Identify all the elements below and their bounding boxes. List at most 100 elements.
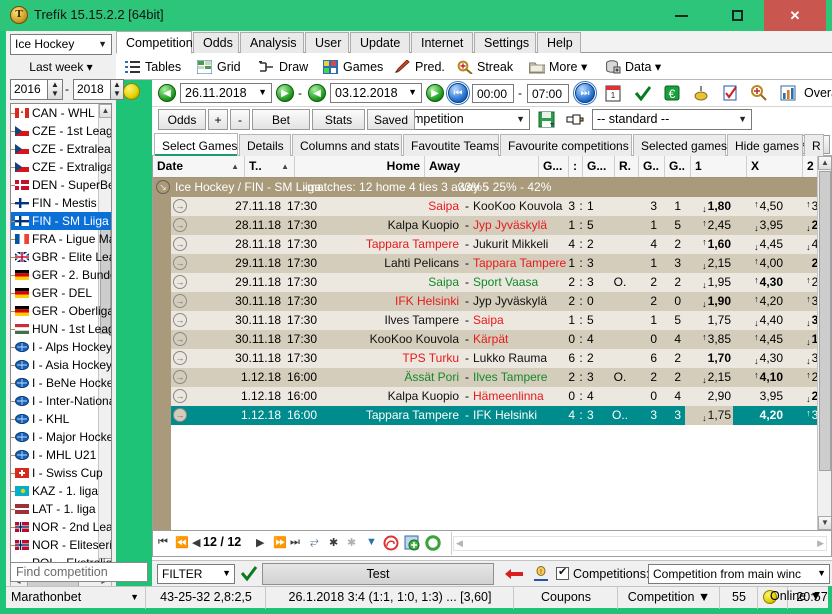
grid-column-header[interactable]: G..: [665, 156, 691, 177]
competition-item[interactable]: GER - 2. Bundesli: [11, 266, 111, 284]
edit-icon[interactable]: ⥂: [310, 536, 319, 549]
sub-tab-select-games[interactable]: Select Games: [154, 133, 238, 156]
bookmaker-select[interactable]: Marathonbet ▼: [6, 587, 146, 609]
left-arrow-icon[interactable]: [504, 567, 524, 581]
table-row[interactable]: → 30.11.18 17:30 TPS Turku - Lukko Rauma 6:2 6 2…: [171, 349, 831, 368]
sub-tab-favoutite-teams[interactable]: Favoutite Teams: [403, 134, 499, 156]
save-green-icon[interactable]: [404, 535, 420, 551]
table-row[interactable]: → 28.11.18 17:30 Tappara Tampere - Jukurit Mi…: [171, 235, 831, 254]
online-dropdown[interactable]: Online ▼: [766, 586, 826, 608]
competition-item[interactable]: LAT - 1. liga: [11, 500, 111, 518]
asterisk-dim-icon[interactable]: ✱: [347, 536, 356, 549]
ribbon-button-pred[interactable]: Pred.: [390, 55, 452, 78]
time-from-button[interactable]: ⏮: [446, 81, 470, 105]
menu-tab-settings[interactable]: Settings: [474, 32, 536, 53]
ribbon-button-more[interactable]: More ▾: [524, 55, 600, 78]
grid-scroll-up[interactable]: ▲: [818, 156, 831, 170]
table-row[interactable]: → 28.11.18 17:30 Kalpa Kuopio - Jyp Jyväskylä…: [171, 216, 831, 235]
competition-item[interactable]: FRA - Ligue Magn: [11, 230, 111, 248]
grid-column-header[interactable]: :: [569, 156, 583, 177]
ribbon-button-tables[interactable]: Tables: [120, 55, 192, 78]
sub-tab-selected-games[interactable]: Selected games: [633, 134, 727, 156]
competition-dropdown[interactable]: Competition ▼: [618, 587, 720, 609]
odds-button-[interactable]: -: [230, 109, 250, 130]
coupons-button[interactable]: Coupons: [514, 587, 618, 609]
grid-column-header[interactable]: Home: [295, 156, 425, 177]
check-icon[interactable]: [634, 84, 653, 103]
pointing-hand-icon[interactable]: [565, 111, 584, 129]
row-detail-icon[interactable]: →: [173, 275, 187, 289]
grid-column-header[interactable]: R.: [615, 156, 639, 177]
ribbon-button-streak[interactable]: Streak: [452, 55, 524, 78]
refresh-icon[interactable]: [425, 535, 441, 551]
sub-tab-details[interactable]: Details: [239, 134, 291, 156]
date-to-input[interactable]: 03.12.2018 ▼: [330, 83, 422, 103]
date-from-prev-button[interactable]: ◀: [158, 84, 176, 102]
date-from-input[interactable]: 26.11.2018 ▼: [180, 83, 272, 103]
table-row[interactable]: → 27.11.18 17:30 Saipa - KooKoo Kouvola 3:1 3 1 ↓…: [171, 197, 831, 216]
grid-scroll-down[interactable]: ▼: [818, 516, 831, 530]
grid-column-header[interactable]: G...: [539, 156, 569, 177]
competition-item[interactable]: I - Alps Hockey Le: [11, 338, 111, 356]
year-from-input[interactable]: 2016: [10, 79, 48, 100]
find-competition-input[interactable]: Find competition: [10, 562, 148, 582]
competitions-checkbox[interactable]: [556, 565, 569, 580]
competition-item[interactable]: NOR - 2nd Leagu: [11, 518, 111, 536]
time-from-input[interactable]: 00:00: [472, 84, 514, 103]
sub-tab-r[interactable]: R: [804, 134, 824, 156]
magnifier-plus-icon[interactable]: [750, 84, 769, 103]
minimize-button[interactable]: [654, 0, 708, 31]
competition-item[interactable]: I - Inter-National: [11, 392, 111, 410]
menu-tab-odds[interactable]: Odds: [193, 32, 239, 53]
row-detail-icon[interactable]: →: [173, 237, 187, 251]
row-detail-icon[interactable]: →: [173, 370, 187, 384]
row-detail-icon[interactable]: →: [173, 294, 187, 308]
funnel-icon[interactable]: ▼: [366, 536, 377, 548]
sub-tab-hide-games[interactable]: Hide games: [727, 134, 803, 156]
row-detail-icon[interactable]: →: [173, 332, 187, 346]
bar-chart-icon[interactable]: [779, 84, 798, 103]
grid-column-header[interactable]: X: [747, 156, 803, 177]
grid-scroll-thumb[interactable]: [819, 171, 831, 471]
competition-item[interactable]: I - Asia Hockey Le: [11, 356, 111, 374]
competition-item[interactable]: I - KHL: [11, 410, 111, 428]
row-detail-icon[interactable]: →: [173, 351, 187, 365]
sub-tab-columns-and-stats[interactable]: Columns and stats: [292, 134, 402, 156]
profile-select[interactable]: -- standard -- ▼: [592, 109, 752, 130]
period-dropdown[interactable]: Last week ▾: [10, 58, 112, 77]
close-button[interactable]: ✕: [764, 0, 826, 31]
competition-item[interactable]: GER - DEL: [11, 284, 111, 302]
menu-tab-competition[interactable]: Competition: [116, 31, 193, 54]
menu-tab-user[interactable]: User: [305, 32, 349, 53]
competition-item[interactable]: GBR - Elite Leagu: [11, 248, 111, 266]
grid-column-header[interactable]: G..: [639, 156, 665, 177]
next-page-button[interactable]: ⏩: [273, 536, 287, 549]
competition-item[interactable]: I - BeNe Hockey L: [11, 374, 111, 392]
tennis-ball-icon[interactable]: [123, 83, 140, 100]
menu-tab-internet[interactable]: Internet: [411, 32, 473, 53]
sport-select[interactable]: Ice Hockey ▼: [10, 34, 112, 55]
navhs-left-arrow[interactable]: ◀: [456, 538, 463, 549]
competition-item[interactable]: CZE - Extraleague: [11, 140, 111, 158]
odds-button-odds[interactable]: Odds: [158, 109, 206, 130]
grid-column-header[interactable]: T.. ▲: [245, 156, 295, 177]
row-detail-icon[interactable]: →: [173, 389, 187, 403]
competition-item[interactable]: GER - Oberliga: [11, 302, 111, 320]
competition-item[interactable]: CAN - WHL: [11, 104, 111, 122]
maximize-button[interactable]: [710, 0, 764, 31]
competition-item[interactable]: HUN - 1st League: [11, 320, 111, 338]
asterisk-icon[interactable]: ✱: [329, 536, 338, 549]
competition-item[interactable]: I - MHL U21: [11, 446, 111, 464]
check-icon[interactable]: [240, 564, 258, 582]
year-to-spinner[interactable]: ▲ ▼: [111, 79, 124, 100]
row-detail-icon[interactable]: →: [173, 408, 187, 422]
competitions-select[interactable]: Competition from main winc ▼: [648, 564, 830, 584]
ribbon-button-draw[interactable]: Draw: [254, 55, 318, 78]
sub-tab-favourite-competitions[interactable]: Favourite competitions: [500, 134, 632, 156]
table-row[interactable]: → 29.11.18 17:30 Saipa - Sport Vaasa 2:3 O. 2 2 ↓1…: [171, 273, 831, 292]
menu-tab-help[interactable]: Help: [537, 32, 581, 53]
first-record-button[interactable]: ⏮: [158, 536, 168, 549]
next-record-button[interactable]: ▶: [256, 536, 264, 549]
grid-column-header[interactable]: 1: [691, 156, 747, 177]
date-from-next-button[interactable]: ▶: [276, 84, 294, 102]
